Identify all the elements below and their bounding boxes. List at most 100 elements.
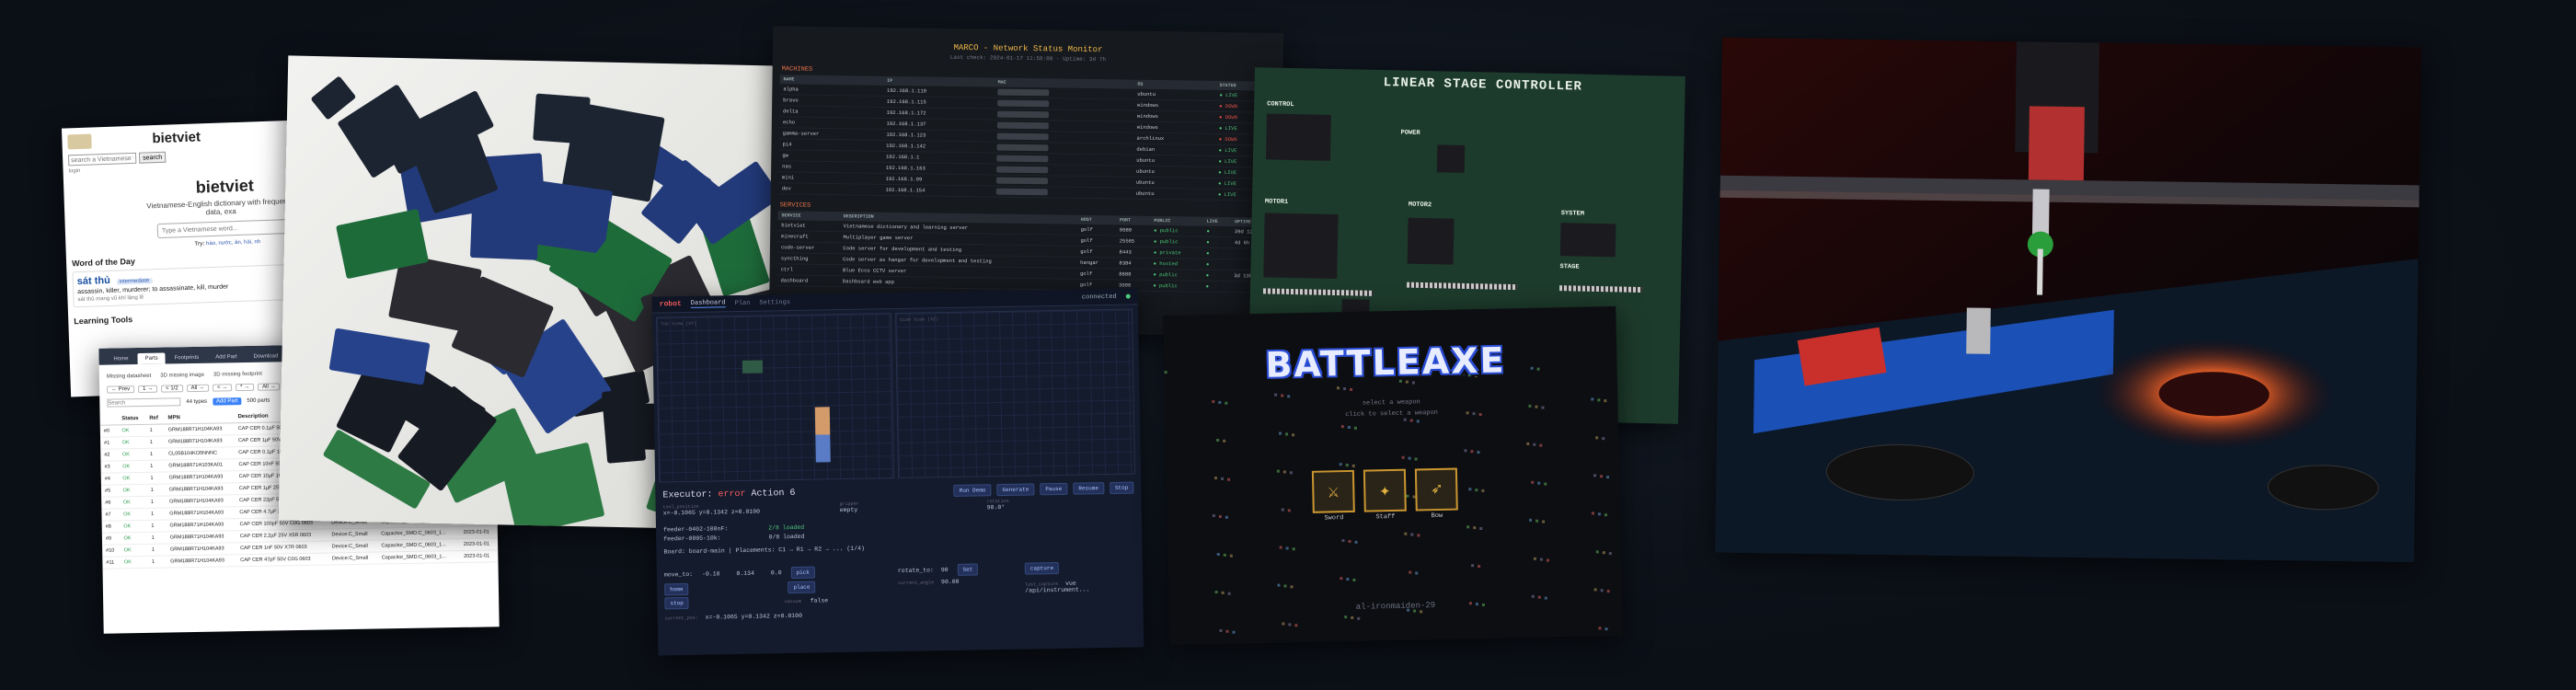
pager-pill[interactable]: All → bbox=[258, 383, 281, 391]
pager-pill[interactable]: All → bbox=[186, 384, 210, 393]
weapon-picker: ⚔ Sword ✦ Staff ➶ Bow bbox=[1311, 467, 1458, 523]
pixel-sprite bbox=[1481, 489, 1485, 492]
pager-pill[interactable]: < → bbox=[212, 384, 233, 392]
pixel-sprite bbox=[1468, 488, 1472, 491]
pixel-sprite bbox=[1416, 420, 1420, 423]
pixel-sprite bbox=[1223, 439, 1226, 443]
table-cell: CAP CER 47pF 50V C0G 0603 bbox=[236, 552, 329, 567]
pixel-sprite bbox=[1403, 418, 1407, 421]
pixel-sprite bbox=[1353, 426, 1357, 430]
table-cell: ● LIVE bbox=[1218, 168, 1237, 177]
parts-search-input[interactable] bbox=[107, 397, 181, 408]
table-cell: ● bbox=[1202, 225, 1231, 237]
table-cell: Device:C_Small bbox=[328, 552, 378, 565]
tab-footprints[interactable]: Footprints bbox=[167, 352, 206, 364]
table-cell: ● DOWN bbox=[1219, 102, 1238, 110]
filter-missing-datasheet[interactable]: Missing datasheet bbox=[107, 374, 151, 380]
capture-button[interactable]: capture bbox=[1024, 561, 1060, 575]
table-cell: bietviet bbox=[777, 220, 840, 232]
place-button[interactable]: place bbox=[788, 581, 816, 594]
pcb-label-power: POWER bbox=[1400, 129, 1420, 137]
pixel-sprite bbox=[1229, 554, 1233, 558]
pager-pill[interactable]: < 1/2 bbox=[161, 385, 183, 393]
wotd-word: sát thủ bbox=[76, 274, 111, 288]
ic-chip bbox=[1265, 113, 1331, 161]
table-cell: GRM188R71H104KA93 bbox=[166, 506, 236, 521]
table-cell: GRM188R71H104KA93 bbox=[164, 434, 236, 449]
mac-address-redacted: xx:xx:xx:xx:xx:xx bbox=[995, 188, 1049, 196]
wotd-card[interactable]: sát thủ intermediate assassin, killer, m… bbox=[72, 263, 302, 308]
add-part-button[interactable]: Add Part bbox=[212, 397, 242, 406]
table-cell: Capacitor_SMD:C_0603_1... bbox=[377, 550, 461, 565]
home-button[interactable]: home bbox=[664, 582, 689, 596]
pixel-sprite bbox=[1477, 451, 1480, 454]
table-cell: ● LIVE bbox=[1218, 146, 1237, 155]
stop-exec-button[interactable]: Stop bbox=[1109, 481, 1134, 494]
run-demo-button[interactable]: Run Demo bbox=[953, 484, 992, 497]
board-line: Board: board-main | Placements: C1 → R1 … bbox=[663, 545, 865, 556]
header-search-button[interactable]: search bbox=[138, 151, 167, 164]
robot-brand: robot bbox=[659, 300, 682, 309]
set-rotation-button[interactable]: Set bbox=[957, 563, 979, 576]
tab-download[interactable]: Download bbox=[246, 351, 285, 362]
pixel-sprite bbox=[1347, 425, 1351, 430]
pixel-sprite bbox=[1216, 552, 1220, 557]
table-cell: golf bbox=[1076, 235, 1116, 247]
tab-home[interactable]: Home bbox=[106, 353, 135, 365]
weapon-sword[interactable]: ⚔ Sword bbox=[1311, 469, 1355, 523]
pixel-sprite bbox=[1288, 623, 1292, 627]
stop-button[interactable]: stop bbox=[664, 596, 689, 610]
filter-missing-image[interactable]: 3D missing image bbox=[160, 373, 204, 379]
tab-add-part[interactable]: Add Part bbox=[208, 351, 245, 363]
tab-plan[interactable]: Plan bbox=[735, 299, 751, 306]
pick-button[interactable]: pick bbox=[790, 566, 815, 580]
weapon-bow[interactable]: ➶ Bow bbox=[1414, 467, 1458, 520]
word-search-input[interactable] bbox=[156, 218, 296, 239]
pixel-sprite bbox=[1530, 366, 1534, 370]
pixel-sprite bbox=[1471, 564, 1475, 568]
move-y-input[interactable]: 0.134 bbox=[736, 570, 754, 577]
player-username: al-ironmaiden-29 bbox=[1355, 601, 1436, 612]
pager-pill[interactable]: 1 → bbox=[138, 385, 158, 394]
weapon-staff[interactable]: ✦ Staff bbox=[1363, 468, 1407, 521]
tab-parts[interactable]: Parts bbox=[137, 352, 166, 365]
pixel-sprite bbox=[1595, 550, 1599, 554]
stage-title: LINEAR STAGE CONTROLLER bbox=[1383, 75, 1583, 95]
table-cell: ● bbox=[1202, 281, 1231, 293]
pixel-sprite bbox=[1604, 627, 1608, 631]
table-cell: GRM188R71H104KA93 bbox=[165, 482, 236, 497]
pixel-sprite bbox=[1282, 622, 1285, 626]
move-x-input[interactable]: -0.10 bbox=[702, 570, 720, 577]
side-view-panel[interactable]: Side View (XZ) bbox=[894, 308, 1136, 478]
table-cell: ● public bbox=[1150, 224, 1203, 237]
resume-button[interactable]: Resume bbox=[1073, 482, 1105, 495]
pixel-sprite bbox=[1598, 627, 1602, 630]
pin-header bbox=[1407, 282, 1518, 291]
filter-missing-footprint[interactable]: 3D missing footprint bbox=[213, 372, 262, 378]
services-table: SERVICE DESCRIPTION HOST PORT PUBLIC LIVE UPTI… bbox=[776, 211, 1275, 293]
top-view-panel[interactable]: Top View (XY) bbox=[656, 313, 895, 483]
tab-settings[interactable]: Settings bbox=[759, 299, 790, 307]
ic-chip bbox=[1559, 223, 1616, 258]
table-cell: #11 bbox=[102, 556, 121, 569]
table-cell: ctrl bbox=[776, 263, 840, 276]
rotate-input[interactable]: 90 bbox=[941, 567, 949, 573]
table-cell: #7 bbox=[101, 508, 121, 522]
feeder-2-name: feeder-0805-10k: bbox=[663, 535, 721, 543]
pixel-sprite bbox=[1227, 592, 1231, 595]
move-z-input[interactable]: 0.0 bbox=[771, 569, 782, 576]
tab-dashboard[interactable]: Dashboard bbox=[690, 299, 726, 308]
ic-chip bbox=[1263, 213, 1339, 280]
table-cell: 8384 bbox=[1115, 257, 1150, 270]
table-cell: minecraft bbox=[777, 230, 840, 243]
pixel-sprite bbox=[1282, 470, 1286, 474]
table-cell: OK bbox=[119, 496, 148, 509]
pause-button[interactable]: Pause bbox=[1040, 482, 1068, 496]
pager-pill[interactable]: * → bbox=[236, 383, 255, 392]
table-cell: 1 bbox=[146, 460, 166, 473]
pager-pill[interactable]: ← Prev bbox=[107, 385, 135, 394]
pixel-sprite bbox=[1537, 481, 1541, 485]
pixel-sprite bbox=[1526, 442, 1530, 445]
pixel-sprite bbox=[1404, 532, 1408, 535]
generate-button[interactable]: Generate bbox=[996, 483, 1035, 497]
